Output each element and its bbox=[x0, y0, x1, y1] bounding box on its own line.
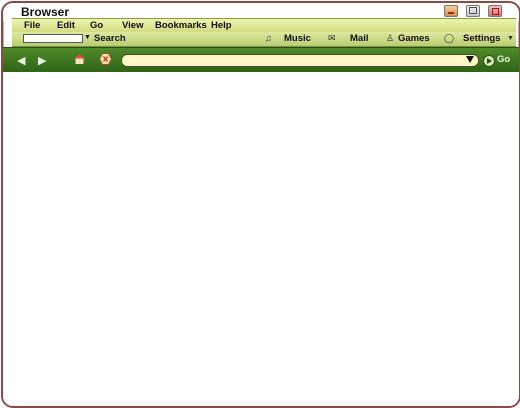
menu-view[interactable]: View bbox=[122, 20, 143, 31]
maximize-button[interactable] bbox=[466, 5, 480, 17]
mail-link[interactable]: Mail bbox=[350, 33, 368, 44]
menu-help[interactable]: Help bbox=[211, 20, 232, 31]
search-input[interactable] bbox=[23, 34, 83, 43]
minimize-button[interactable] bbox=[444, 5, 458, 17]
games-icon: ♙ bbox=[386, 33, 395, 43]
back-icon[interactable]: ◀ bbox=[17, 54, 25, 67]
browser-window: Browser File Edit Go View Bookmarks Help… bbox=[1, 1, 520, 408]
forward-icon[interactable]: ▶ bbox=[38, 54, 46, 67]
go-icon[interactable] bbox=[483, 55, 495, 67]
settings-dropdown-icon[interactable]: ▼ bbox=[507, 35, 514, 42]
go-button[interactable]: Go bbox=[497, 54, 510, 65]
settings-link[interactable]: Settings bbox=[463, 33, 500, 44]
navigation-bar: ◀ ▶ Go bbox=[3, 47, 519, 73]
games-link[interactable]: Games bbox=[398, 33, 430, 44]
search-dropdown-icon[interactable]: ▼ bbox=[84, 34, 91, 41]
toolbar: ▼ Search ♫ Music ✉ Mail ♙ Games ◯ Settin… bbox=[12, 32, 516, 47]
music-link[interactable]: Music bbox=[284, 33, 311, 44]
page-content-area[interactable] bbox=[3, 72, 519, 406]
search-button[interactable]: Search bbox=[94, 33, 126, 44]
menu-file[interactable]: File bbox=[24, 20, 40, 31]
mail-icon: ✉ bbox=[328, 33, 336, 43]
address-bar[interactable] bbox=[121, 54, 479, 67]
menu-bookmarks[interactable]: Bookmarks bbox=[155, 20, 207, 31]
settings-icon: ◯ bbox=[444, 33, 455, 43]
music-icon: ♫ bbox=[265, 33, 272, 43]
menu-edit[interactable]: Edit bbox=[57, 20, 75, 31]
close-button[interactable] bbox=[488, 5, 502, 17]
menu-go[interactable]: Go bbox=[90, 20, 103, 31]
menu-bar: File Edit Go View Bookmarks Help bbox=[12, 18, 516, 33]
window-title: Browser bbox=[21, 5, 70, 19]
home-icon[interactable] bbox=[74, 54, 85, 64]
address-dropdown-icon[interactable] bbox=[466, 56, 474, 63]
stop-icon[interactable] bbox=[99, 53, 112, 65]
